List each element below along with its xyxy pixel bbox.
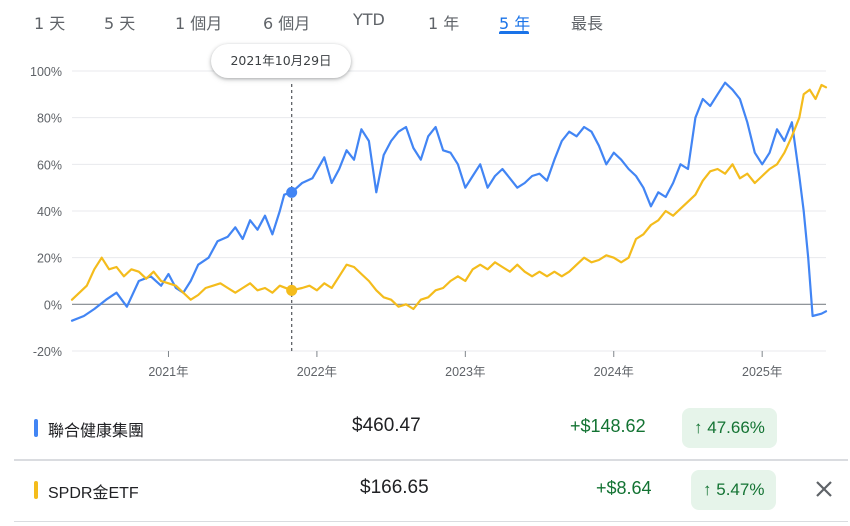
- holding-change: +$8.64: [596, 478, 652, 498]
- active-tab-indicator: [499, 31, 529, 34]
- y-tick-label: 20%: [37, 252, 62, 266]
- close-icon[interactable]: [808, 473, 840, 505]
- holding-change: +$148.62: [570, 416, 646, 436]
- tab-1-day[interactable]: 1 天: [34, 10, 65, 34]
- up-arrow-icon: ↑: [703, 480, 712, 499]
- holding-row-unitedhealth[interactable]: 聯合健康集團 $460.47 +$148.62 ↑ 47.66%: [14, 399, 848, 460]
- tab-1-month[interactable]: 1 個月: [175, 10, 222, 34]
- x-tick-label: 2022年: [297, 365, 337, 379]
- y-tick-label: 100%: [30, 65, 62, 79]
- y-tick-label: 80%: [37, 112, 62, 126]
- holding-price: $460.47: [352, 415, 421, 436]
- up-arrow-icon: ↑: [694, 418, 703, 437]
- chart-grid: [72, 70, 826, 352]
- y-tick-label: -20%: [33, 345, 62, 359]
- x-tick-label: 2023年: [445, 365, 485, 379]
- tab-5-days[interactable]: 5 天: [104, 10, 135, 34]
- series-color-swatch: [34, 481, 38, 499]
- y-axis-ticks: 100% 80% 60% 40% 20% 0% -20%: [30, 65, 62, 359]
- series-color-swatch: [34, 419, 38, 437]
- hover-date-tooltip: 2021年10月29日: [211, 44, 351, 78]
- series-line-0: [70, 81, 828, 322]
- holding-name: SPDR金ETF: [48, 485, 139, 502]
- range-tabs: 1 天 5 天 1 個月 6 個月 YTD 1 年 5 年 最長: [0, 0, 850, 40]
- holding-percent: 47.66%: [707, 418, 765, 437]
- x-tick-label: 2025年: [742, 365, 782, 379]
- holding-percent: 5.47%: [716, 480, 765, 499]
- holding-price: $166.65: [360, 477, 429, 498]
- tab-6-months[interactable]: 6 個月: [263, 10, 310, 34]
- y-tick-label: 60%: [37, 158, 62, 172]
- x-tick-label: 2024年: [594, 365, 634, 379]
- tab-1-year[interactable]: 1 年: [428, 10, 459, 34]
- x-tick-label: 2021年: [148, 365, 188, 379]
- y-tick-label: 40%: [37, 205, 62, 219]
- hover-markers: [286, 84, 298, 351]
- holding-percent-badge: ↑ 47.66%: [682, 408, 777, 448]
- y-tick-label: 0%: [44, 298, 62, 312]
- series-line-1: [70, 83, 828, 311]
- hover-point-0: [286, 186, 298, 198]
- hover-point-1: [286, 284, 298, 296]
- comparison-line-chart[interactable]: 100%80%60%40%20%0%-20% 2021年 2022年 2023年 20…: [0, 40, 850, 390]
- holding-name: 聯合健康集團: [48, 423, 145, 440]
- holding-percent-badge: ↑ 5.47%: [691, 470, 777, 510]
- tab-ytd[interactable]: YTD: [353, 10, 385, 29]
- series-lines: [70, 81, 828, 322]
- x-axis-ticks: 2021年 2022年 2023年 2024年 2025年: [148, 351, 782, 379]
- tab-max[interactable]: 最長: [571, 10, 603, 34]
- holding-row-spdr-gold[interactable]: SPDR金ETF $166.65 +$8.64 ↑ 5.47%: [14, 460, 848, 522]
